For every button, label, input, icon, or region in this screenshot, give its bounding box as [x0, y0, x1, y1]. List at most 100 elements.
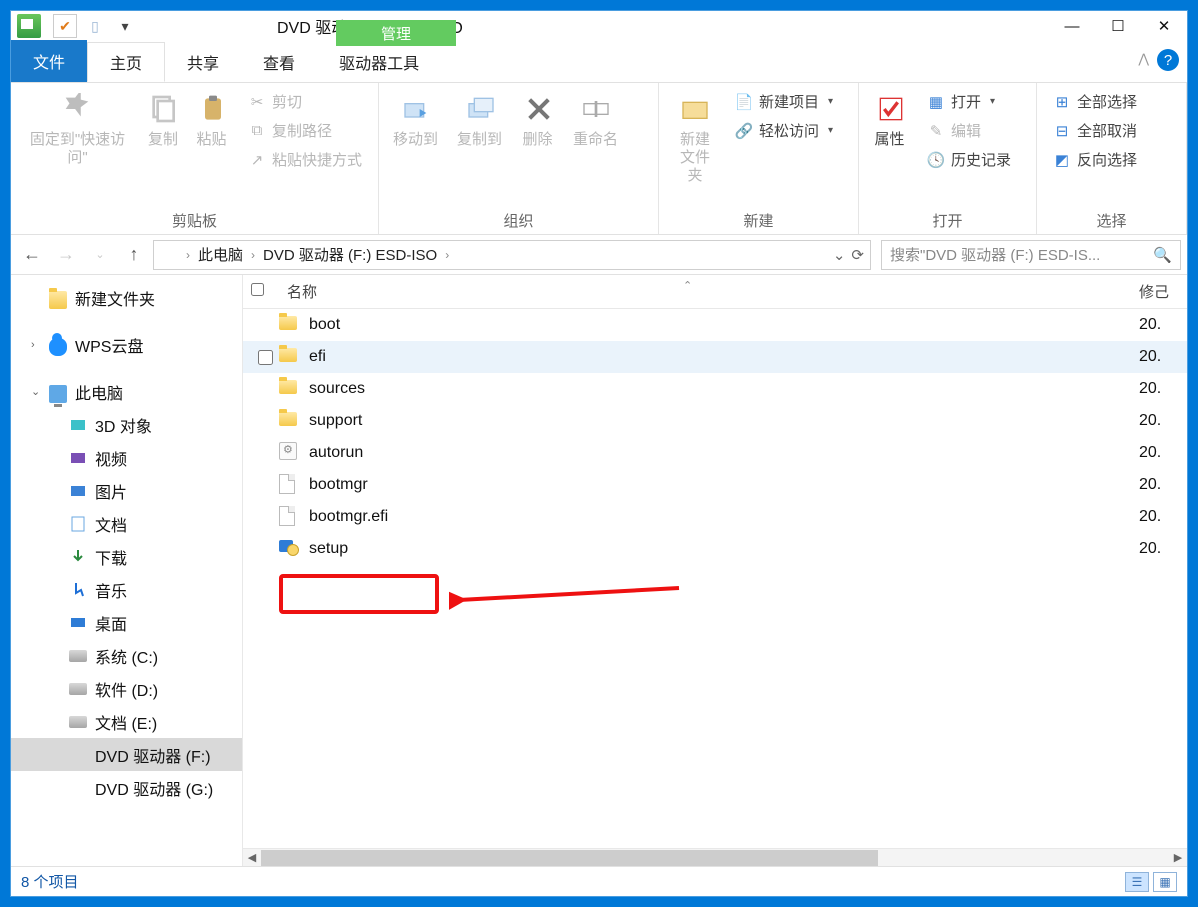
file-row[interactable]: bootmgr20.: [243, 469, 1187, 501]
new-folder-button[interactable]: 新建文件夹: [665, 87, 725, 189]
scroll-thumb[interactable]: [261, 850, 878, 866]
select-none-button[interactable]: ⊟全部取消: [1047, 118, 1143, 143]
up-button[interactable]: ↑: [119, 240, 149, 270]
breadcrumb-drive[interactable]: DVD 驱动器 (F:) ESD-ISO: [263, 244, 437, 265]
qat-doc-icon[interactable]: ▯: [83, 14, 107, 38]
chevron-down-icon[interactable]: ⌄: [31, 385, 40, 398]
select-all-button[interactable]: ⊞全部选择: [1047, 89, 1143, 114]
scroll-left-icon[interactable]: ◀: [243, 850, 261, 866]
chevron-down-icon: ▾: [828, 96, 833, 107]
recent-dropdown[interactable]: ⌄: [85, 240, 115, 270]
nav-item-3D-[interactable]: 3D 对象: [11, 408, 242, 441]
cut-button[interactable]: ✂剪切: [242, 89, 368, 114]
tab-drive-tools[interactable]: 驱动器工具: [317, 42, 441, 82]
search-icon[interactable]: 🔍: [1153, 246, 1172, 264]
ribbon: 固定到"快速访问" 复制 粘贴 ✂剪切 ⧉复制路径 ↗粘贴快捷方式 剪贴板: [11, 83, 1187, 235]
nav-wps-cloud[interactable]: ›WPS云盘: [11, 328, 242, 361]
column-name[interactable]: 名称: [279, 281, 1139, 302]
nav-item-icon: [69, 647, 87, 665]
folder-icon: [279, 316, 297, 330]
back-button[interactable]: ←: [17, 240, 47, 270]
breadcrumb[interactable]: › 此电脑 › DVD 驱动器 (F:) ESD-ISO › ⌄ ⟳: [153, 240, 871, 270]
file-modified: 20.: [1139, 316, 1187, 334]
nav-this-pc[interactable]: ⌄此电脑: [11, 375, 242, 408]
row-checkbox[interactable]: [258, 350, 273, 365]
paste-icon: [195, 91, 231, 127]
copy-path-button[interactable]: ⧉复制路径: [242, 118, 368, 143]
paste-button[interactable]: 粘贴: [188, 87, 238, 155]
maximize-button[interactable]: ☐: [1095, 11, 1141, 41]
tab-file[interactable]: 文件: [11, 40, 87, 82]
help-button[interactable]: ?: [1157, 49, 1179, 71]
navigation-pane[interactable]: 新建文件夹 ›WPS云盘 ⌄此电脑 3D 对象视频图片文档下载音乐桌面系统 (C…: [11, 275, 243, 866]
pin-to-quick-access-button[interactable]: 固定到"快速访问": [17, 87, 138, 171]
nav-item-DVD-F-[interactable]: DVD 驱动器 (F:): [11, 738, 242, 771]
paste-shortcut-button[interactable]: ↗粘贴快捷方式: [242, 147, 368, 172]
new-item-button[interactable]: 📄新建项目▾: [729, 89, 839, 114]
edit-button[interactable]: ✎编辑: [921, 118, 1017, 143]
nav-item--C-[interactable]: 系统 (C:): [11, 639, 242, 672]
chevron-right-icon: ›: [182, 248, 194, 262]
tab-view[interactable]: 查看: [241, 42, 317, 82]
file-modified: 20.: [1139, 348, 1187, 366]
file-modified: 20.: [1139, 444, 1187, 462]
nav-item--[interactable]: 下载: [11, 540, 242, 573]
file-row[interactable]: boot20.: [243, 309, 1187, 341]
file-row[interactable]: bootmgr.efi20.: [243, 501, 1187, 533]
close-button[interactable]: ✕: [1141, 11, 1187, 41]
file-name: efi: [309, 348, 1139, 366]
qat-check-icon[interactable]: ✔: [53, 14, 77, 38]
dropdown-icon[interactable]: ⌄: [833, 246, 846, 264]
file-row[interactable]: support20.: [243, 405, 1187, 437]
nav-new-folder[interactable]: 新建文件夹: [11, 281, 242, 314]
easy-access-button[interactable]: 🔗轻松访问▾: [729, 118, 839, 143]
select-all-checkbox[interactable]: [251, 283, 264, 296]
file-row[interactable]: autorun20.: [243, 437, 1187, 469]
collapse-ribbon-icon[interactable]: ⋀: [1138, 51, 1149, 67]
nav-item-DVD-G-[interactable]: DVD 驱动器 (G:): [11, 771, 242, 804]
nav-item--[interactable]: 图片: [11, 474, 242, 507]
rename-button[interactable]: 重命名: [565, 87, 626, 153]
qat-dropdown-icon[interactable]: ▾: [113, 14, 137, 38]
nav-item--[interactable]: 桌面: [11, 606, 242, 639]
breadcrumb-this-pc[interactable]: 此电脑: [198, 244, 243, 265]
file-row[interactable]: efi20.: [243, 341, 1187, 373]
copy-to-button[interactable]: 复制到: [449, 87, 513, 155]
invert-selection-button[interactable]: ◩反向选择: [1047, 147, 1143, 172]
delete-button[interactable]: 删除: [513, 87, 565, 155]
file-row[interactable]: setup20.: [243, 533, 1187, 565]
file-list[interactable]: boot20.efi20.sources20.support20.autorun…: [243, 309, 1187, 848]
file-row[interactable]: sources20.: [243, 373, 1187, 405]
column-modified[interactable]: 修己: [1139, 281, 1187, 302]
nav-item-icon: [69, 581, 87, 599]
scroll-right-icon[interactable]: ▶: [1169, 850, 1187, 866]
move-to-button[interactable]: 移动到: [385, 87, 449, 155]
nav-item--D-[interactable]: 软件 (D:): [11, 672, 242, 705]
invert-icon: ◩: [1053, 151, 1071, 169]
history-button[interactable]: 🕓历史记录: [921, 147, 1017, 172]
nav-item--[interactable]: 视频: [11, 441, 242, 474]
copy-button[interactable]: 复制: [138, 87, 188, 153]
open-button[interactable]: ▦打开▾: [921, 89, 1017, 114]
search-box[interactable]: 搜索"DVD 驱动器 (F:) ESD-IS... 🔍: [881, 240, 1181, 270]
tab-home[interactable]: 主页: [87, 42, 165, 82]
properties-button[interactable]: 属性: [865, 87, 917, 155]
tab-share[interactable]: 共享: [165, 42, 241, 82]
icons-view-button[interactable]: ▦: [1153, 872, 1177, 892]
nav-item--E-[interactable]: 文档 (E:): [11, 705, 242, 738]
scroll-track[interactable]: [261, 850, 1169, 866]
computer-icon: [49, 385, 67, 403]
nav-item--[interactable]: 音乐: [11, 573, 242, 606]
forward-button[interactable]: →: [51, 240, 81, 270]
group-label-open: 打开: [865, 210, 1030, 232]
chevron-right-icon[interactable]: ›: [31, 339, 35, 351]
nav-item--[interactable]: 文档: [11, 507, 242, 540]
nav-item-icon: [69, 713, 87, 731]
horizontal-scrollbar[interactable]: ◀ ▶: [243, 848, 1187, 866]
body: 新建文件夹 ›WPS云盘 ⌄此电脑 3D 对象视频图片文档下载音乐桌面系统 (C…: [11, 275, 1187, 866]
explorer-window: ✔ ▯ ▾ 管理 DVD 驱动器 (F:) ESD-ISO — ☐ ✕ 文件 主…: [10, 10, 1188, 897]
minimize-button[interactable]: —: [1049, 11, 1095, 41]
column-header[interactable]: 名称 ⌃ 修己: [243, 275, 1187, 309]
details-view-button[interactable]: ☰: [1125, 872, 1149, 892]
refresh-icon[interactable]: ⟳: [851, 246, 864, 264]
